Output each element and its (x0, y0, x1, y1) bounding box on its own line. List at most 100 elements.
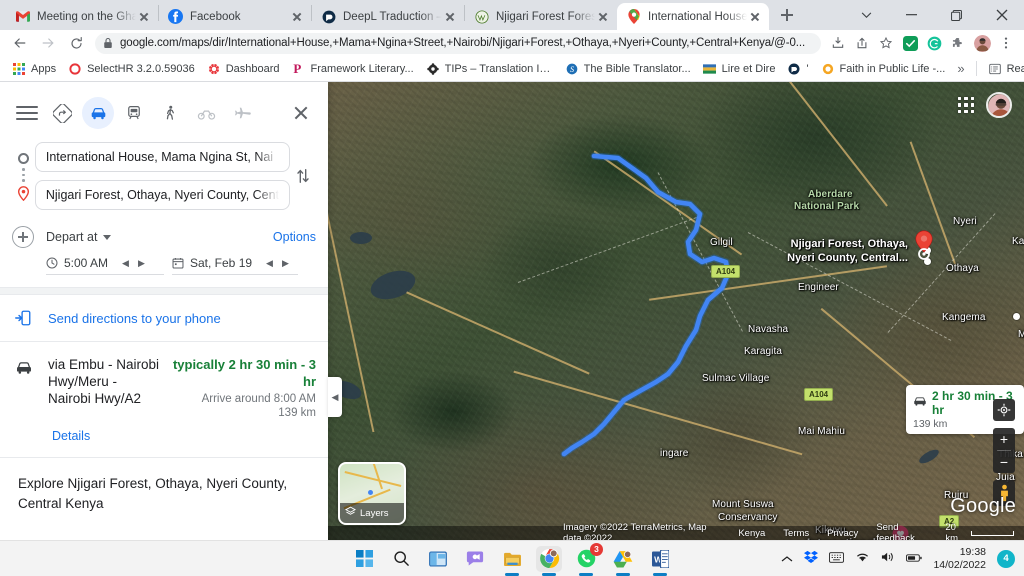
checkmark-extension-icon[interactable] (898, 31, 922, 55)
my-location-icon[interactable] (993, 399, 1015, 421)
running-indicator (653, 573, 667, 576)
google-maps-app: International House, Mama Ngina St, Nai … (0, 82, 1024, 540)
tab-0[interactable]: Meeting on the Ghana Sig (6, 3, 158, 30)
layers-button[interactable]: Layers (338, 462, 406, 525)
google-chrome[interactable] (536, 545, 562, 576)
keyboard-icon[interactable] (829, 551, 845, 566)
running-indicator (579, 573, 593, 576)
date-arrows[interactable]: ◀ ▶ (266, 258, 289, 268)
close-window-button[interactable] (979, 0, 1024, 30)
tab-close-icon[interactable] (747, 9, 763, 25)
send-to-phone-row[interactable]: Send directions to your phone (0, 295, 328, 341)
collapse-panel-button[interactable]: ◀ (328, 377, 342, 417)
tab-close-icon[interactable] (136, 9, 152, 25)
date-stepper[interactable]: Sat, Feb 19 ◀ ▶ (172, 254, 298, 275)
new-tab-button[interactable] (773, 1, 801, 29)
mode-flights[interactable] (226, 97, 258, 129)
route-details-link[interactable]: Details (0, 429, 328, 457)
send-feedback-link[interactable]: Send feedback (876, 522, 927, 540)
chevron-up-icon[interactable] (781, 552, 793, 566)
mode-best-route[interactable] (46, 97, 78, 129)
address-bar[interactable]: google.com/maps/dir/International+House,… (95, 32, 821, 54)
my-location-button[interactable] (993, 399, 1015, 421)
task-view-button[interactable] (425, 546, 451, 572)
taskbar-clock[interactable]: 19:38 14/02/2022 (933, 546, 986, 572)
mode-cycling[interactable] (190, 97, 222, 129)
time-prev-icon[interactable]: ◀ (122, 258, 129, 268)
privacy-link[interactable]: Privacy (827, 528, 858, 539)
battery-icon[interactable] (906, 552, 923, 566)
time-stepper[interactable]: 5:00 AM ◀ ▶ (46, 254, 164, 275)
date-next-icon[interactable]: ▶ (282, 258, 289, 268)
speaker-icon[interactable] (881, 551, 895, 566)
date-prev-icon[interactable]: ◀ (266, 258, 273, 268)
avatar[interactable] (970, 31, 994, 55)
google-drive[interactable] (610, 546, 636, 576)
file-explorer[interactable] (499, 546, 525, 576)
destination-input[interactable]: Njigari Forest, Othaya, Nyeri County, Ce… (34, 180, 291, 210)
chevron-down-icon[interactable] (103, 234, 112, 240)
tab-4[interactable]: International House to Nj (617, 3, 769, 30)
tab-1[interactable]: Facebook (159, 3, 311, 30)
mode-walking[interactable] (154, 97, 186, 129)
destination-label-line1: Njigari Forest, Othaya, (790, 238, 908, 250)
wifi-icon[interactable] (855, 551, 870, 566)
bookmark-framework-literary[interactable]: P Framework Literary... (286, 59, 420, 79)
forward-button[interactable] (34, 31, 62, 55)
maximize-button[interactable] (934, 0, 979, 30)
zoom-out-button[interactable]: − (993, 451, 1015, 473)
time-arrows[interactable]: ◀ ▶ (122, 258, 145, 268)
zoom-in-button[interactable]: + (993, 428, 1015, 450)
minimize-button[interactable] (889, 0, 934, 30)
bookmark-lire-et-dire[interactable]: Lire et Dire (697, 59, 782, 79)
tab-2[interactable]: DeepL Traduction – Deepl (312, 3, 464, 30)
bookmark-bible-translator[interactable]: S The Bible Translator... (559, 59, 697, 79)
bookmark-selecthr[interactable]: SelectHR 3.2.0.59036 (62, 59, 201, 79)
route-dots-icon (22, 168, 25, 182)
back-button[interactable] (6, 31, 34, 55)
menu-hamburger-icon[interactable] (12, 98, 42, 128)
tab-close-icon[interactable] (289, 9, 305, 25)
browser-window: Meeting on the Ghana Sig Facebook DeepL … (0, 0, 1024, 540)
tab-close-icon[interactable] (442, 9, 458, 25)
start-button[interactable] (351, 546, 377, 572)
mode-transit[interactable] (118, 97, 150, 129)
terms-link[interactable]: Terms (783, 528, 809, 539)
close-directions-button[interactable] (286, 98, 316, 128)
grammarly-extension-icon[interactable] (922, 31, 946, 55)
bookmark-faith-in-public-life[interactable]: Faith in Public Life -... (815, 59, 952, 79)
share-icon[interactable] (850, 31, 874, 55)
chat-button[interactable] (462, 546, 488, 572)
route-option-row[interactable]: via Embu - Nairobi Hwy/Meru - Nairobi Hw… (0, 342, 328, 429)
chrome-menu-icon[interactable] (994, 31, 1018, 55)
bookmark-apps[interactable]: Apps (6, 59, 62, 79)
reload-button[interactable] (62, 31, 90, 55)
tab-close-icon[interactable] (595, 9, 611, 25)
swap-waypoints-button[interactable] (290, 167, 316, 185)
bookmarks-overflow-button[interactable]: » (951, 59, 970, 79)
add-destination-button[interactable] (12, 226, 34, 248)
google-apps-grid-icon[interactable] (957, 96, 974, 114)
microsoft-word[interactable]: W (647, 546, 673, 576)
search-button[interactable] (388, 546, 414, 572)
bookmark-deepl[interactable]: ' (781, 59, 814, 79)
bookmark-dashboard[interactable]: Dashboard (201, 59, 286, 79)
map-canvas[interactable]: A104 A104 A2 A2 A3 A3 A104 Njigari Fores… (328, 82, 1024, 540)
zoom-controls: + − (993, 428, 1015, 473)
tab-3[interactable]: Njigari Forest Forest Bath (465, 3, 617, 30)
notification-center-badge[interactable]: 4 (997, 549, 1015, 568)
options-link[interactable]: Options (273, 230, 316, 244)
reading-list-button[interactable]: Reading list (982, 59, 1024, 79)
time-next-icon[interactable]: ▶ (138, 258, 145, 268)
mode-driving[interactable] (82, 97, 114, 129)
install-app-icon[interactable] (826, 31, 850, 55)
account-avatar[interactable] (986, 92, 1012, 118)
origin-input[interactable]: International House, Mama Ngina St, Nai (34, 142, 291, 172)
bookmark-star-icon[interactable] (874, 31, 898, 55)
bookmark-tips-translation[interactable]: TIPs – Translation In... (420, 59, 559, 79)
extension-puzzle-icon[interactable] (946, 31, 970, 55)
chevron-down-icon[interactable] (844, 0, 889, 30)
dropbox-icon[interactable] (804, 550, 819, 567)
whatsapp[interactable]: 3 (573, 542, 603, 576)
explore-destination-text[interactable]: Explore Njigari Forest, Othaya, Nyeri Co… (0, 458, 328, 530)
